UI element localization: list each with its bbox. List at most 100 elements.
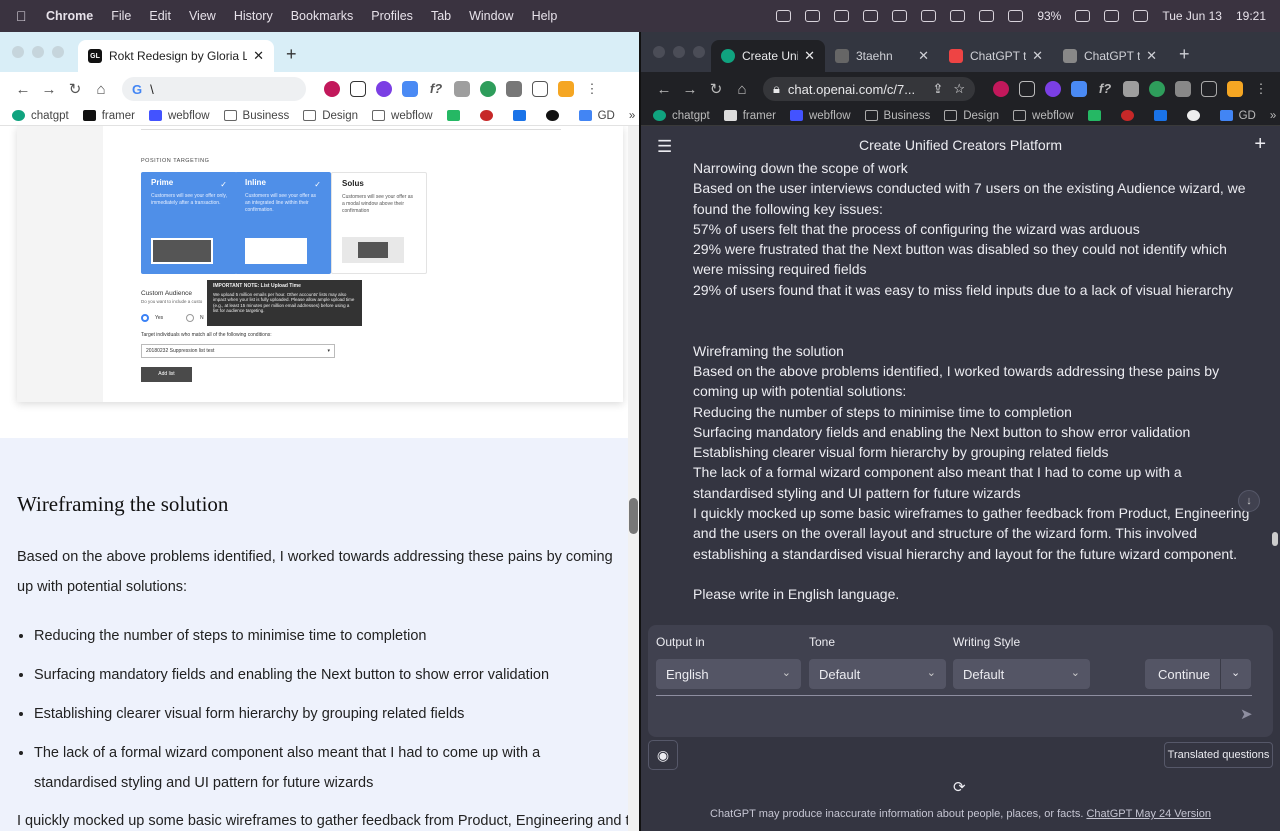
download-icon[interactable] [805,10,821,22]
regenerate-icon[interactable]: ⟳ [953,778,966,796]
menubar-time[interactable]: 19:21 [1236,9,1266,23]
minimize-window-button[interactable] [32,46,44,58]
bookmarks-overflow-icon[interactable]: » [1270,110,1276,122]
menu-bookmarks[interactable]: Bookmarks [291,9,354,23]
extension-quote-icon[interactable] [480,81,496,97]
tab-rokt-redesign[interactable]: GL Rokt Redesign by Gloria Lo ✕ [78,40,274,72]
extension-camera-icon[interactable] [1123,81,1139,97]
bookmark-n[interactable] [1087,110,1107,121]
home-icon[interactable]: ⌂ [729,81,755,98]
tab-3taehn[interactable]: 3taehn ✕ [825,40,939,72]
bookmark-c[interactable] [545,110,565,121]
extension-purple-icon[interactable] [376,81,392,97]
apple-icon[interactable]:  [16,8,36,24]
tab-create-unified[interactable]: Create Unifie ✕ [711,40,825,72]
spotlight-search-icon[interactable] [1104,10,1120,22]
chat-scrollbar-thumb[interactable] [1272,532,1278,546]
bookmark-calendar[interactable] [1153,110,1173,121]
menubar-date[interactable]: Tue Jun 13 [1162,9,1222,23]
sidepanel-icon[interactable] [1201,81,1217,97]
menu-view[interactable]: View [189,9,216,23]
extension-edit-icon[interactable] [1019,81,1035,97]
extensions-puzzle-icon[interactable] [1175,81,1191,97]
extension-screen-icon[interactable] [1071,81,1087,97]
tab-chatgpt-to-1[interactable]: ChatGPT to ✕ [939,40,1053,72]
scrollbar-thumb[interactable] [629,498,638,534]
bookmark-chatgpt[interactable]: chatgpt [12,110,69,122]
bookmark-folder-design[interactable]: Design [944,110,999,122]
bookmark-framer[interactable]: framer [723,110,776,122]
address-input[interactable]: chat.openai.com/c/7... [788,82,915,97]
share-icon[interactable]: ⇪ [932,81,943,97]
output-language-select[interactable]: English ⌄ [656,659,801,689]
close-tab-icon[interactable]: ✕ [1032,48,1043,64]
more-menu-icon[interactable]: ⋮ [1253,81,1269,97]
bookmark-folder-business[interactable]: Business [864,110,930,122]
bookmark-webflow[interactable]: webflow [148,110,210,122]
minimize-window-button[interactable] [673,46,685,58]
extensions-puzzle-icon[interactable] [506,81,522,97]
close-window-button[interactable] [653,46,665,58]
new-tab-button[interactable]: + [286,44,297,65]
new-chat-icon[interactable]: + [1254,133,1266,156]
scroll-to-bottom-button[interactable]: ↓ [1238,490,1260,512]
grid-icon[interactable] [834,10,850,22]
close-tab-icon[interactable]: ✕ [253,48,264,64]
sidepanel-icon[interactable] [532,81,548,97]
control-center-icon[interactable] [1133,10,1149,22]
airplay-icon[interactable] [863,10,879,22]
extension-purple-icon[interactable] [1045,81,1061,97]
aiprm-logo-icon[interactable]: ◉ [648,740,678,770]
hamburger-menu-icon[interactable]: ☰ [657,137,672,157]
zoom-window-button[interactable] [52,46,64,58]
chevron-down-icon[interactable]: ⌄ [1231,666,1240,679]
address-bar[interactable]: 🔒︎ chat.openai.com/c/7... ⇪ ☆ [763,77,975,101]
extension-edit-icon[interactable] [350,81,366,97]
home-icon[interactable]: ⌂ [88,81,114,98]
extension-record-icon[interactable] [324,81,340,97]
reload-icon[interactable]: ↻ [62,80,88,98]
extension-camera-icon[interactable] [454,81,470,97]
profile-avatar-icon[interactable] [1227,81,1243,97]
volume-icon[interactable] [921,10,937,22]
address-input[interactable]: \ [150,82,154,97]
close-tab-icon[interactable]: ✕ [1146,48,1157,64]
menu-profiles[interactable]: Profiles [371,9,413,23]
extension-font-icon[interactable]: f? [1097,81,1113,97]
menu-edit[interactable]: Edit [149,9,171,23]
bookmark-framer[interactable]: framer [82,110,135,122]
extension-record-icon[interactable] [993,81,1009,97]
cloud-icon[interactable] [776,10,792,22]
back-icon[interactable]: ← [651,81,677,98]
battery-icon[interactable] [1075,10,1091,22]
zoom-window-button[interactable] [693,46,705,58]
bookmark-star-icon[interactable]: ☆ [953,81,965,97]
bookmark-ball[interactable] [1120,110,1140,121]
close-window-button[interactable] [12,46,24,58]
menu-help[interactable]: Help [532,9,558,23]
forward-icon[interactable]: → [677,81,703,98]
close-tab-icon[interactable]: ✕ [918,48,929,64]
tone-select[interactable]: Default ⌄ [809,659,946,689]
battery-box-icon[interactable] [892,10,908,22]
bookmark-folder-webflow[interactable]: webflow [372,110,433,122]
new-tab-button[interactable]: + [1179,44,1190,65]
back-icon[interactable]: ← [10,81,36,98]
forward-icon[interactable]: → [36,81,62,98]
menu-window[interactable]: Window [469,9,513,23]
bookmark-folder-webflow[interactable]: webflow [1013,110,1074,122]
writing-style-select[interactable]: Default ⌄ [953,659,1090,689]
bookmark-calendar[interactable] [512,110,532,121]
bookmark-gd[interactable]: GD [1219,110,1256,122]
footer-version-link[interactable]: ChatGPT May 24 Version [1086,808,1211,820]
bookmark-folder-design[interactable]: Design [303,110,358,122]
more-menu-icon[interactable]: ⋮ [584,81,600,97]
extension-screen-icon[interactable] [402,81,418,97]
bookmark-c[interactable] [1186,110,1206,121]
prompt-input[interactable] [656,695,1252,696]
address-bar[interactable]: G \ [122,77,306,101]
close-tab-icon[interactable]: ✕ [804,48,815,64]
extension-font-icon[interactable]: f? [428,81,444,97]
bookmark-ball[interactable] [479,110,499,121]
bookmarks-overflow-icon[interactable]: » [629,110,635,122]
